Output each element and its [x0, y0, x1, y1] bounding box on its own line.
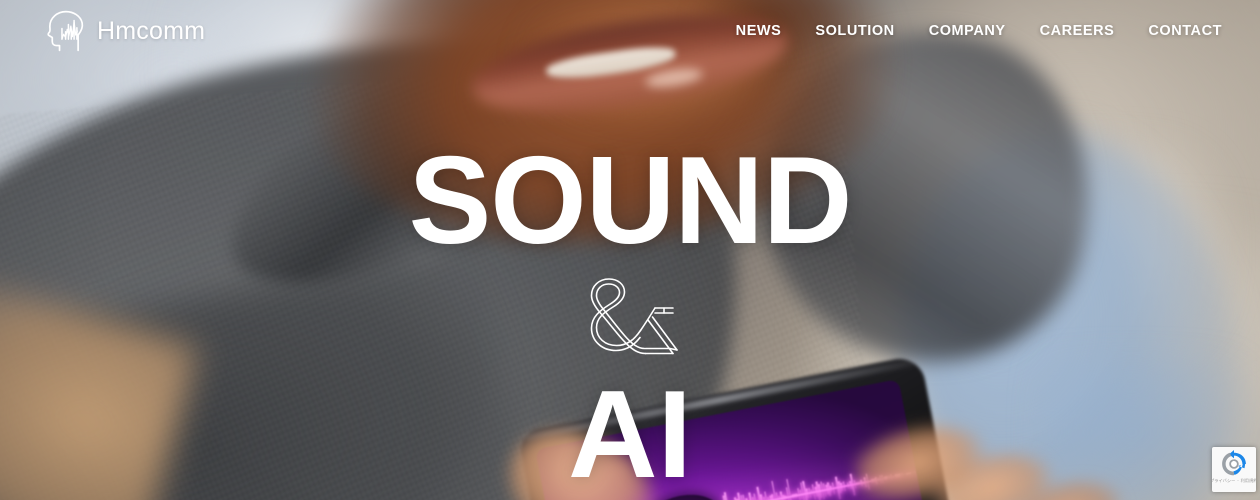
- recaptcha-links: プライバシー - 利用規約: [1212, 480, 1256, 484]
- nav-item-careers[interactable]: CAREERS: [1040, 23, 1115, 39]
- nav-item-news[interactable]: NEWS: [736, 23, 782, 39]
- nav-item-contact[interactable]: CONTACT: [1148, 23, 1222, 39]
- recaptcha-privacy-link[interactable]: プライバシー: [1212, 480, 1236, 484]
- brand-logo-link[interactable]: Hmcomm: [44, 10, 205, 52]
- hero-section: [0, 0, 1260, 500]
- head-waveform-icon: [47, 10, 84, 52]
- site-header: Hmcomm NEWS SOLUTION COMPANY CAREERS CON…: [0, 0, 1260, 62]
- brand-name: Hmcomm: [97, 16, 206, 45]
- recaptcha-separator: -: [1237, 479, 1239, 484]
- recaptcha-terms-link[interactable]: 利用規約: [1241, 480, 1256, 484]
- nav-item-company[interactable]: COMPANY: [929, 23, 1006, 39]
- nav-item-solution[interactable]: SOLUTION: [815, 23, 894, 39]
- recaptcha-icon: [1222, 450, 1246, 476]
- main-navigation: NEWS SOLUTION COMPANY CAREERS CONTACT: [736, 23, 1222, 39]
- recaptcha-badge[interactable]: プライバシー - 利用規約: [1212, 447, 1256, 492]
